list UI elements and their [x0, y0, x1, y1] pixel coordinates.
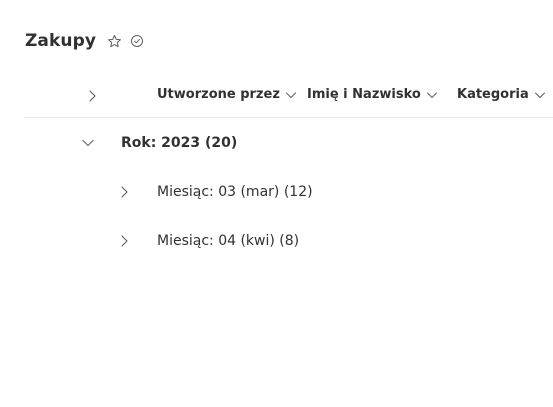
group-label: Rok: 2023 (20) — [121, 135, 238, 151]
column-header-label: Utworzone przez — [157, 87, 280, 102]
chevron-down-icon — [534, 92, 545, 98]
favorite-star-icon[interactable] — [106, 33, 122, 49]
chevron-right-icon[interactable] — [116, 184, 132, 200]
check-circle-icon[interactable] — [129, 33, 145, 49]
list-title: Zakupy — [25, 31, 97, 51]
column-header-created-by[interactable]: Utworzone przez — [157, 87, 297, 102]
expand-all-chevron-right-icon[interactable] — [84, 88, 100, 104]
list-header: Zakupy — [25, 28, 145, 54]
group-header-year[interactable]: Rok: 2023 (20) — [80, 131, 237, 155]
chevron-right-icon[interactable] — [116, 233, 132, 249]
chevron-down-icon[interactable] — [80, 135, 96, 151]
column-header-category[interactable]: Kategoria — [457, 87, 546, 102]
column-header-full-name[interactable]: Imię i Nazwisko — [307, 87, 438, 102]
subgroup-header-month-03[interactable]: Miesiąc: 03 (mar) (12) — [116, 180, 313, 204]
column-header-label: Imię i Nazwisko — [307, 87, 421, 102]
column-header-row: Utworzone przez Imię i Nazwisko Kategori… — [24, 78, 553, 118]
chevron-down-icon — [285, 92, 296, 98]
subgroup-label: Miesiąc: 04 (kwi) (8) — [157, 233, 300, 249]
subgroup-label: Miesiąc: 03 (mar) (12) — [157, 184, 313, 200]
list-page: Zakupy Utworzone przez Imię i Nazwisko K… — [0, 0, 553, 407]
column-header-label: Kategoria — [457, 87, 529, 102]
subgroup-header-month-04[interactable]: Miesiąc: 04 (kwi) (8) — [116, 229, 299, 253]
chevron-down-icon — [426, 92, 437, 98]
